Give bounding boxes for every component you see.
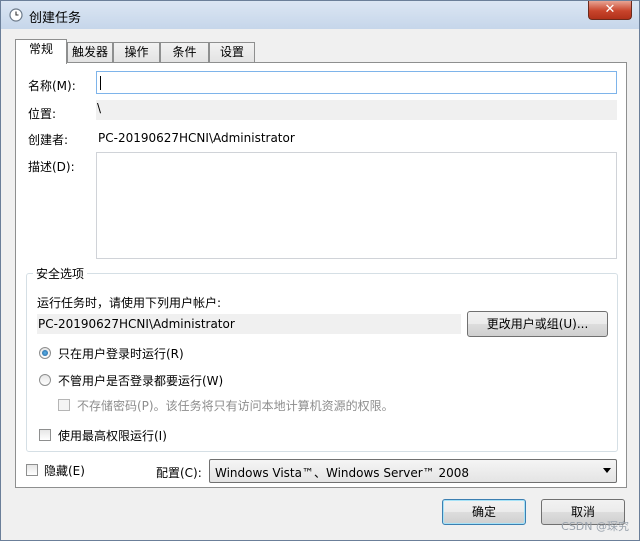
clock-icon <box>9 8 23 22</box>
radio-run-whether-logged-on-label[interactable]: 不管用户是否登录都要运行(W) <box>58 372 223 389</box>
ok-button[interactable]: 确定 <box>442 499 526 525</box>
description-label: 描述(D): <box>28 160 75 174</box>
author-value: PC-20190627HCNI\Administrator <box>98 131 295 145</box>
user-account-value: PC-20190627HCNI\Administrator <box>38 317 235 331</box>
configure-label: 配置(C): <box>156 466 202 480</box>
name-input[interactable] <box>96 71 617 94</box>
close-button[interactable]: ✕ <box>588 1 632 20</box>
configure-selected-value: Windows Vista™、Windows Server™ 2008 <box>215 466 470 480</box>
security-options-title: 安全选项 <box>33 265 88 282</box>
hidden-label[interactable]: 隐藏(E) <box>44 462 85 479</box>
location-label: 位置: <box>28 107 57 121</box>
user-account-field: PC-20190627HCNI\Administrator <box>37 314 461 334</box>
run-as-label: 运行任务时，请使用下列用户帐户: <box>37 296 222 310</box>
create-task-dialog: 创建任务 ✕ 常规 触发器 操作 条件 设置 名称(M): 位置: \ 创建者:… <box>0 0 640 541</box>
tab-conditions[interactable]: 条件 <box>160 42 209 62</box>
window-title: 创建任务 <box>29 11 82 26</box>
name-label: 名称(M): <box>28 79 76 93</box>
title-bar[interactable]: 创建任务 ✕ <box>1 1 639 29</box>
author-label: 创建者: <box>28 133 69 147</box>
do-not-store-password-checkbox[interactable] <box>58 399 70 411</box>
hidden-checkbox[interactable] <box>26 464 38 476</box>
radio-run-whether-logged-on[interactable] <box>39 374 51 386</box>
location-value: \ <box>97 101 102 115</box>
tab-triggers[interactable]: 触发器 <box>67 42 113 62</box>
highest-privileges-label[interactable]: 使用最高权限运行(I) <box>58 427 167 444</box>
tab-general[interactable]: 常规 <box>15 39 67 64</box>
location-field: \ <box>96 100 617 120</box>
highest-privileges-checkbox[interactable] <box>39 429 51 441</box>
radio-run-only-logged-on-label[interactable]: 只在用户登录时运行(R) <box>58 345 184 362</box>
description-textarea[interactable] <box>96 152 617 259</box>
security-options-group: 安全选项 运行任务时，请使用下列用户帐户: PC-20190627HCNI\Ad… <box>26 265 618 452</box>
general-tab-panel: 名称(M): 位置: \ 创建者: PC-20190627HCNI\Admini… <box>15 62 627 488</box>
do-not-store-password-label: 不存储密码(P)。该任务将只有访问本地计算机资源的权限。 <box>77 399 394 413</box>
radio-run-only-logged-on[interactable] <box>39 347 51 359</box>
tab-actions[interactable]: 操作 <box>113 42 160 62</box>
radio-selected-dot <box>42 350 48 356</box>
dropdown-arrow-icon <box>603 468 611 473</box>
configure-dropdown[interactable]: Windows Vista™、Windows Server™ 2008 <box>209 459 617 483</box>
watermark-text: CSDN @琛究 <box>561 520 629 533</box>
text-caret <box>100 76 101 90</box>
change-user-button[interactable]: 更改用户或组(U)... <box>467 311 608 337</box>
tab-settings[interactable]: 设置 <box>209 42 255 62</box>
